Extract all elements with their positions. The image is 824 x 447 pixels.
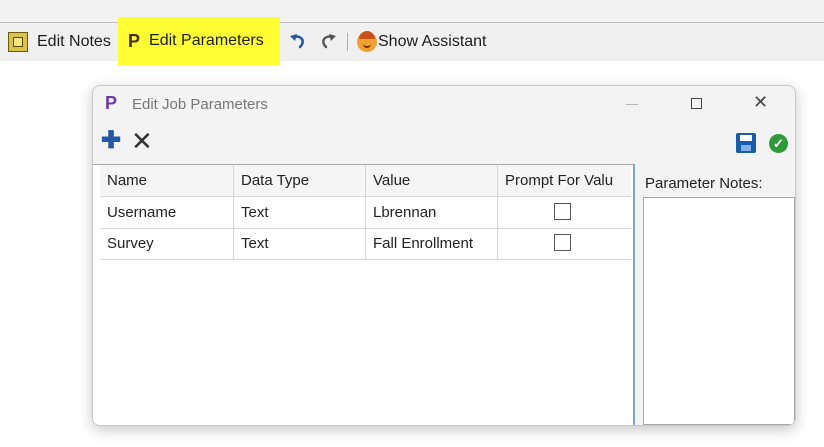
edit-parameters-label: Edit Parameters bbox=[149, 32, 264, 49]
cell-prompt bbox=[498, 228, 631, 259]
save-icon[interactable] bbox=[736, 133, 756, 153]
maximize-icon[interactable] bbox=[691, 98, 702, 109]
table-row[interactable]: Survey Text Fall Enrollment bbox=[100, 228, 631, 260]
redo-icon bbox=[322, 34, 336, 49]
edit-job-parameters-dialog: P Edit Job Parameters ✕ ✚ ✕ ✓ Name Data … bbox=[92, 85, 796, 426]
show-assistant-label: Show Assistant bbox=[378, 33, 487, 50]
close-icon[interactable]: ✕ bbox=[753, 93, 768, 111]
edit-notes-label: Edit Notes bbox=[37, 33, 111, 50]
cell-value[interactable]: Lbrennan bbox=[366, 197, 498, 228]
notes-icon bbox=[8, 32, 28, 52]
prompt-checkbox[interactable] bbox=[554, 203, 571, 220]
cell-name[interactable]: Username bbox=[100, 197, 234, 228]
column-header-data-type[interactable]: Data Type bbox=[234, 165, 366, 196]
edit-parameters-button[interactable]: P Edit Parameters bbox=[118, 17, 280, 65]
table-row[interactable]: Username Text Lbrennan bbox=[100, 197, 631, 229]
redo-button[interactable] bbox=[318, 23, 338, 61]
edit-notes-button[interactable]: Edit Notes bbox=[8, 23, 111, 61]
check-icon[interactable]: ✓ bbox=[769, 134, 788, 153]
dialog-title-bar[interactable]: P Edit Job Parameters ✕ bbox=[93, 86, 795, 124]
minimize-icon[interactable] bbox=[626, 104, 638, 105]
undo-icon bbox=[290, 34, 304, 49]
cell-data-type[interactable]: Text bbox=[234, 228, 366, 259]
cell-prompt bbox=[498, 197, 631, 228]
dialog-toolbar: ✚ ✕ ✓ bbox=[93, 126, 795, 160]
grid-header-row: Name Data Type Value Prompt For Valu bbox=[100, 165, 631, 197]
cell-data-type[interactable]: Text bbox=[234, 197, 366, 228]
column-header-prompt[interactable]: Prompt For Valu bbox=[498, 165, 631, 196]
dialog-app-icon: P bbox=[105, 93, 118, 113]
prompt-checkbox[interactable] bbox=[554, 234, 571, 251]
parameter-notes-label: Parameter Notes: bbox=[645, 175, 763, 192]
toolbar-separator bbox=[347, 33, 348, 51]
delete-x-icon[interactable]: ✕ bbox=[131, 128, 153, 154]
assistant-icon bbox=[357, 31, 377, 52]
column-header-value[interactable]: Value bbox=[366, 165, 498, 196]
column-header-name[interactable]: Name bbox=[100, 165, 234, 196]
cell-name[interactable]: Survey bbox=[100, 228, 234, 259]
main-toolbar: Edit Notes P Edit Parameters Show Assist… bbox=[0, 17, 824, 65]
parameters-grid[interactable]: Name Data Type Value Prompt For Valu Use… bbox=[93, 164, 635, 425]
undo-button[interactable] bbox=[288, 23, 308, 61]
parameter-notes-textarea[interactable] bbox=[643, 197, 795, 425]
dialog-title: Edit Job Parameters bbox=[132, 96, 268, 113]
cell-value[interactable]: Fall Enrollment bbox=[366, 228, 498, 259]
p-icon: P bbox=[128, 30, 141, 51]
plus-icon[interactable]: ✚ bbox=[101, 129, 121, 153]
show-assistant-button[interactable]: Show Assistant bbox=[357, 23, 487, 61]
